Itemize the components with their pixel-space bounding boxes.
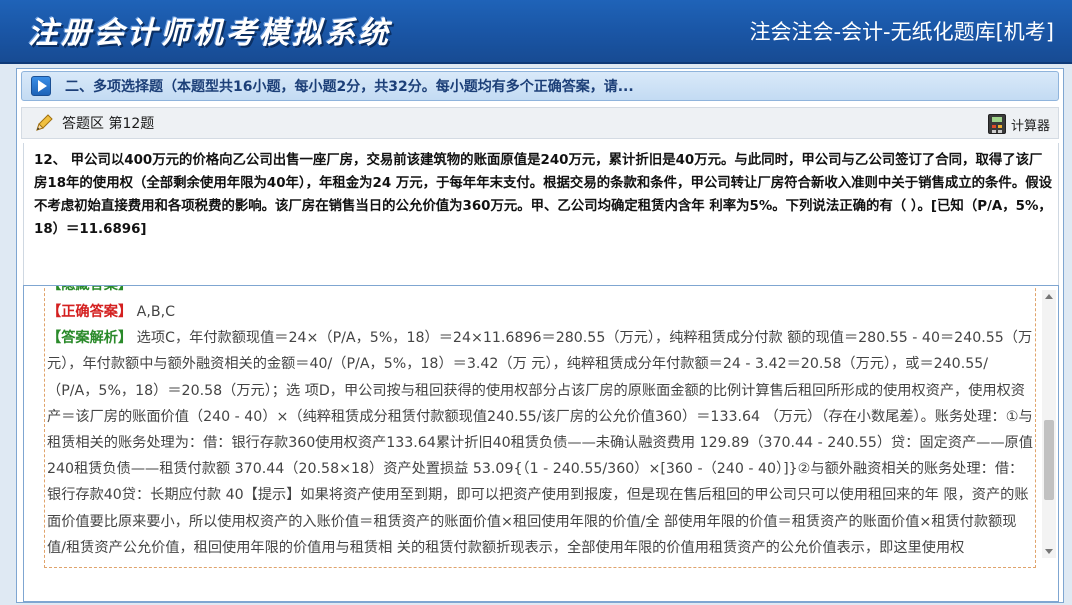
pencil-icon [36,114,53,131]
scroll-down-arrow[interactable] [1045,549,1053,554]
analysis-content: 【隐藏答案】 【正确答案】 A,B,C 【答案解析】 选项C，年付款额现值＝24… [47,285,1033,561]
scroll-up-arrow[interactable] [1045,294,1053,299]
explanation-label: 【答案解析】 [47,330,133,347]
system-name: 注会注会-会计-无纸化题库[机考] [749,20,1054,44]
calculator-label: 计算器 [1010,118,1050,134]
explanation: 【答案解析】 选项C，年付款额现值＝24×（P/A，5%，18）＝24×11.6… [47,325,1033,561]
answer-area-bar: 答题区 第12题 计算器 [21,107,1059,139]
correct-answer-label: 【正确答案】 [47,304,133,320]
main-frame: 二、多项选择题（本题型共16小题，每小题2分，共32分。每小题均有多个正确答案，… [16,68,1064,603]
scroll-thumb[interactable] [1044,420,1054,500]
play-icon[interactable] [31,76,51,96]
correct-answer-row: 【正确答案】 A,B,C [47,299,1033,325]
section-title: 二、多项选择题（本题型共16小题，每小题2分，共32分。每小题均有多个正确答案，… [65,79,634,95]
answer-area-label: 答题区 第12题 [62,116,155,132]
explanation-text: 选项C，年付款额现值＝24×（P/A，5%，18）＝24×11.6896＝280… [47,330,1033,556]
analysis-box: 【隐藏答案】 【正确答案】 A,B,C 【答案解析】 选项C，年付款额现值＝24… [44,285,1036,568]
vertical-scrollbar[interactable] [1042,290,1056,558]
question-text: 12、 甲公司以400万元的价格向乙公司出售一座厂房，交易前该建筑物的账面原值是… [34,153,1052,237]
calculator-icon [987,114,1006,134]
analysis-area[interactable]: 【隐藏答案】 【正确答案】 A,B,C 【答案解析】 选项C，年付款额现值＝24… [23,285,1059,602]
app-header: 注册会计师机考模拟系统 注会注会-会计-无纸化题库[机考] [0,0,1072,64]
calculator-button[interactable]: 计算器 [987,113,1050,135]
correct-answer-value: A,B,C [136,304,176,320]
app-title: 注册会计师机考模拟系统 [28,16,391,51]
question-area: 12、 甲公司以400万元的价格向乙公司出售一座厂房，交易前该建筑物的账面原值是… [23,143,1059,287]
section-bar[interactable]: 二、多项选择题（本题型共16小题，每小题2分，共32分。每小题均有多个正确答案，… [21,71,1059,101]
hidden-answer-label: 【隐藏答案】 [47,285,133,293]
